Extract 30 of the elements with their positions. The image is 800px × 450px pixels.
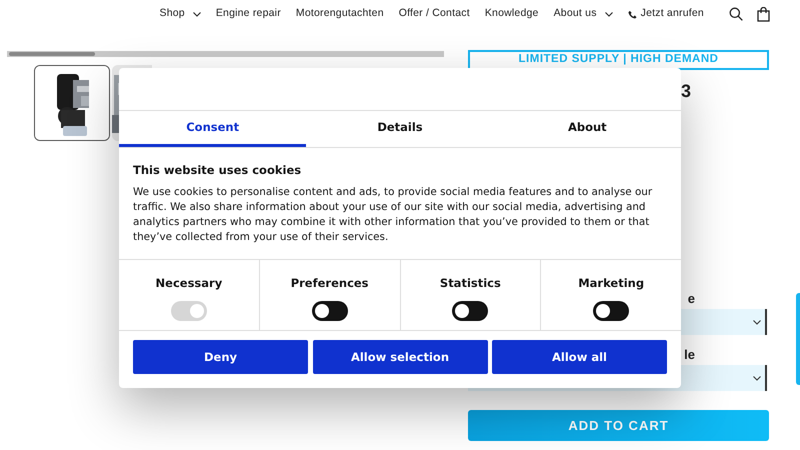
category-label: Marketing — [578, 275, 644, 292]
option-label: e — [688, 291, 695, 307]
dialog-tab[interactable]: Details — [306, 111, 494, 147]
nav-link[interactable]: Knowledge — [477, 6, 546, 22]
dialog-tab[interactable]: Consent — [119, 111, 306, 147]
search-icon[interactable] — [729, 7, 743, 21]
option-label: le — [684, 347, 695, 363]
nav-link[interactable]: About us — [546, 6, 620, 22]
dialog-button[interactable]: Deny — [133, 340, 308, 374]
toggle-switch[interactable] — [312, 300, 348, 320]
dialog-tab[interactable]: About — [494, 111, 681, 147]
chevron-down-icon — [753, 320, 761, 324]
nav-link[interactable]: Offer / Contact — [391, 6, 478, 22]
category-label: Statistics — [440, 275, 501, 292]
chevron-down-icon — [753, 376, 761, 380]
dialog-text: We use cookies to personalise content and ads, to provide social media features and to analyse our traffic. We also share information about your use of our site with our social media, advertising and analytics partners who may combine it with other information that you’ve provided to them or that they’ve collected from your use of their services. — [133, 185, 654, 246]
dialog-button[interactable]: Allow selection — [312, 340, 488, 374]
nav-link[interactable]: Jetzt anrufen — [620, 6, 712, 22]
dialog-button[interactable]: Allow all — [492, 340, 667, 374]
category-label: Necessary — [156, 275, 222, 292]
phone-icon — [628, 10, 637, 18]
product-title: 3 — [680, 81, 691, 101]
toggle-switch[interactable] — [593, 300, 630, 320]
nav-link[interactable]: Shop — [152, 6, 208, 22]
nav-link[interactable]: Motorengutachten — [288, 6, 392, 22]
shopping-bag-icon[interactable] — [757, 6, 770, 22]
toggle-switch[interactable] — [452, 300, 488, 320]
category-label: Preferences — [290, 275, 369, 292]
dialog-heading: This website uses cookies — [133, 162, 302, 179]
nav-link[interactable]: Engine repair — [208, 6, 288, 22]
